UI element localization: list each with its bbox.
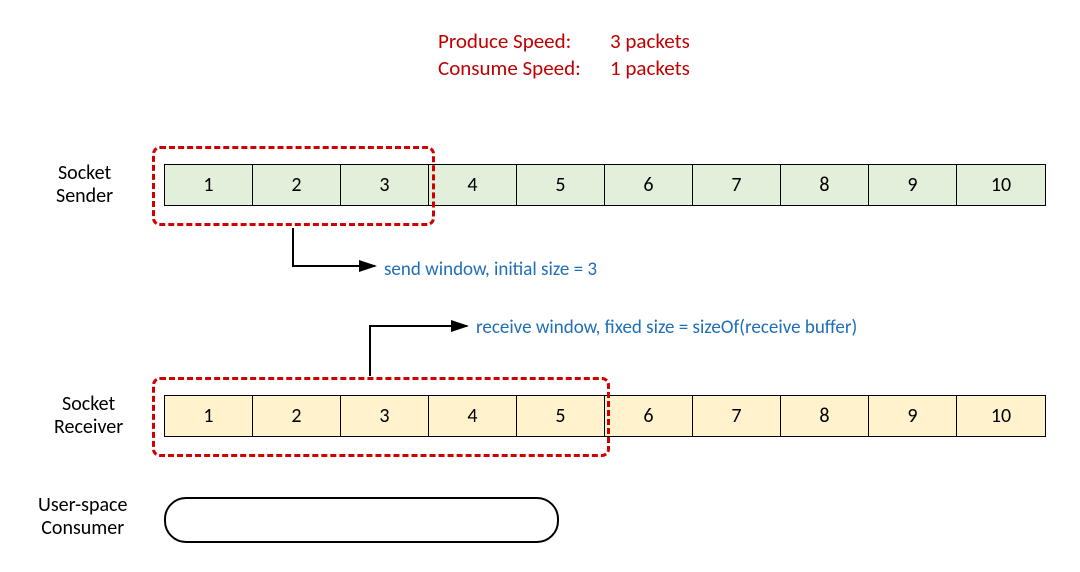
receiver-cell: 8	[781, 396, 869, 436]
sender-cell: 5	[517, 165, 605, 205]
sender-label-line2: Sender	[56, 185, 113, 208]
receiver-cell: 9	[869, 396, 957, 436]
produce-speed-label: Produce Speed:	[438, 28, 610, 55]
receiver-label-line1: Socket	[54, 393, 123, 416]
sender-cell: 4	[429, 165, 517, 205]
receiver-cell: 7	[693, 396, 781, 436]
receiver-label-line2: Receiver	[54, 416, 123, 439]
send-window-arrow-icon	[293, 228, 375, 266]
consumer-label-line2: Consumer	[38, 517, 127, 540]
sender-cell: 9	[869, 165, 957, 205]
sender-cell: 6	[605, 165, 693, 205]
sender-label-line1: Socket	[56, 162, 113, 185]
sender-cell: 7	[693, 165, 781, 205]
receive-window-annotation: receive window, fixed size = sizeOf(rece…	[476, 316, 857, 339]
consumer-label-line1: User-space	[38, 494, 127, 517]
sender-cell: 10	[957, 165, 1045, 205]
send-window-annotation: send window, initial size = 3	[384, 258, 597, 281]
consume-speed-label: Consume Speed:	[438, 55, 610, 82]
receiver-label: Socket Receiver	[54, 393, 123, 439]
receive-window-arrow-icon	[370, 326, 467, 376]
receiver-cell: 6	[605, 396, 693, 436]
consumer-label: User-space Consumer	[38, 494, 127, 540]
sender-cell: 8	[781, 165, 869, 205]
receiver-cell: 10	[957, 396, 1045, 436]
sender-label: Socket Sender	[56, 162, 113, 208]
speed-info: Produce Speed: 3 packets Consume Speed: …	[438, 28, 690, 83]
receive-window-highlight	[152, 377, 610, 457]
produce-speed-value: 3 packets	[610, 28, 690, 55]
send-window-highlight	[152, 146, 435, 226]
arrows-overlay	[0, 0, 1080, 572]
consumer-box	[164, 497, 559, 543]
consume-speed-value: 1 packets	[610, 55, 690, 82]
